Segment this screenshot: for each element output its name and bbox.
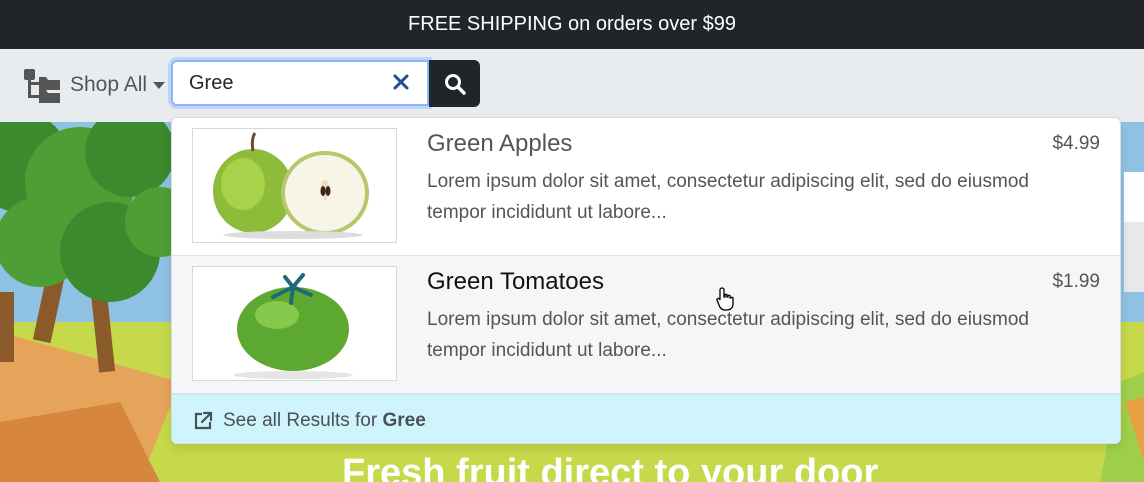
shipping-banner: FREE SHIPPING on orders over $99 — [0, 0, 1144, 49]
shop-all-dropdown[interactable]: Shop All — [70, 73, 166, 97]
search-input[interactable] — [187, 71, 381, 96]
shipping-banner-text: FREE SHIPPING on orders over $99 — [408, 13, 736, 35]
caret-down-icon — [153, 81, 166, 89]
product-image — [192, 128, 397, 243]
search-button[interactable] — [429, 60, 480, 107]
see-all-results-link[interactable]: See all Results for Gree — [172, 394, 1120, 443]
product-name: Green Apples — [427, 130, 573, 157]
product-price: $1.99 — [1052, 271, 1100, 292]
product-description: Lorem ipsum dolor sit amet, consectetur … — [427, 309, 1029, 361]
product-price: $4.99 — [1052, 133, 1100, 154]
product-image — [192, 266, 397, 381]
hero-title: Fresh fruit direct to your door — [342, 452, 879, 482]
category-tree-icon[interactable] — [24, 69, 60, 103]
shop-all-label: Shop All — [70, 73, 148, 96]
product-description: Lorem ipsum dolor sit amet, consectetur … — [427, 171, 1029, 223]
search-box — [171, 60, 429, 106]
search-icon — [444, 73, 466, 95]
navbar: Shop All — [0, 49, 1144, 122]
see-all-text: See all Results for Gree — [223, 410, 426, 432]
external-link-icon — [194, 411, 213, 429]
product-name: Green Tomatoes — [427, 268, 604, 295]
search-suggestions: Green Apples $4.99 Lorem ipsum dolor sit… — [171, 117, 1121, 444]
suggestion-item[interactable]: Green Tomatoes $1.99 Lorem ipsum dolor s… — [172, 256, 1120, 394]
see-all-prefix: See all Results for — [223, 409, 383, 431]
close-icon[interactable] — [391, 72, 411, 92]
suggestion-item[interactable]: Green Apples $4.99 Lorem ipsum dolor sit… — [172, 118, 1120, 256]
see-all-query: Gree — [382, 409, 426, 431]
